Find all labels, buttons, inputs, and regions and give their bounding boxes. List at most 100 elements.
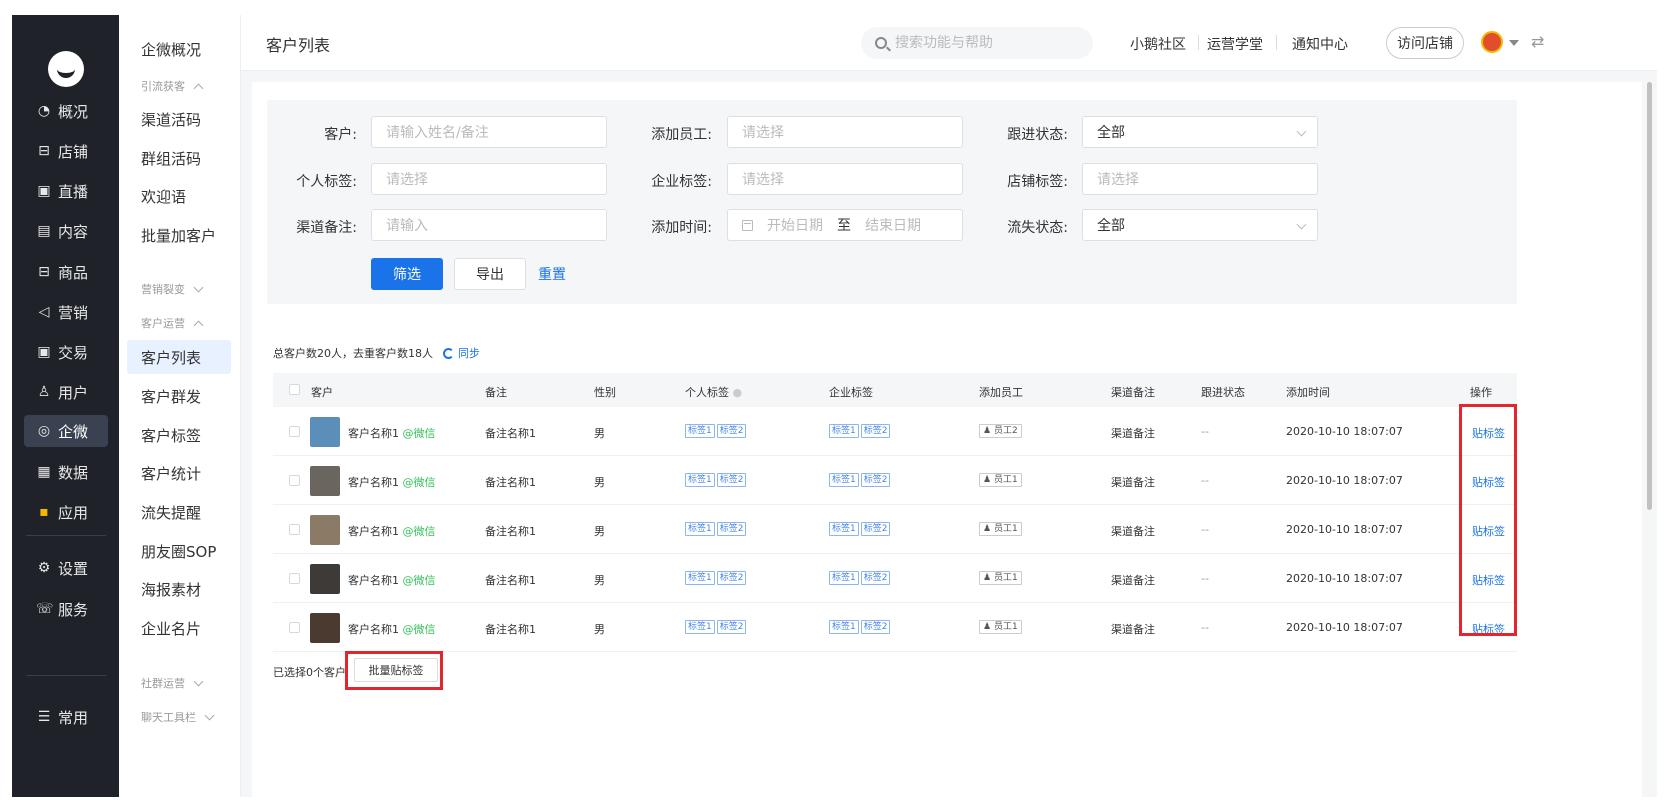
customer-avatar [310,466,340,496]
submenu-item-channel-code[interactable]: 渠道活码 [127,102,231,136]
search-box[interactable] [861,27,1093,59]
row-checkbox[interactable] [289,573,300,584]
submenu-group-customer-ops[interactable]: 客户运营 [141,315,204,331]
submenu-item-moments-sop[interactable]: 朋友圈SOP [127,534,231,568]
staff-cell: ♟ 员工1 [979,570,1022,585]
sync-button[interactable]: 同步 [443,345,480,361]
nav-item-label: 商品 [58,263,89,282]
scrollbar-thumb[interactable] [1647,82,1652,510]
nav-item-megaphone[interactable]: ◁ 营销 [24,296,108,328]
personal-tag-select[interactable]: 请选择 [371,163,607,195]
th-follow: 跟进状态 [1201,386,1245,399]
start-date[interactable]: 开始日期 [767,215,823,235]
customer-name-cell[interactable]: 客户名称1 @微信 [348,621,436,637]
staff-select[interactable]: 请选择 [727,116,963,148]
row-checkbox[interactable] [289,524,300,535]
nav-item-shop[interactable]: ⊟ 店铺 [24,135,108,167]
nav-item-document[interactable]: ▤ 内容 [24,215,108,247]
chevron-down-icon [204,710,215,720]
follow-label: 跟进状态: [1007,127,1068,143]
submenu-item-mass-send[interactable]: 客户群发 [127,379,231,413]
filter-button[interactable]: 筛选 [371,258,443,290]
switch-arrows-icon[interactable]: ⇄ [1531,32,1544,51]
nav-item-data[interactable]: ▦ 数据 [24,456,108,488]
staff-chip: ♟ 员工1 [979,571,1022,585]
tag-chip: 标签2 [860,424,891,438]
wechat-badge: @微信 [402,476,436,489]
customer-name-cell[interactable]: 客户名称1 @微信 [348,425,436,441]
submenu-item-group-code[interactable]: 群组活码 [127,141,231,175]
main-content: 客户: 请输入姓名/备注 添加员工: 请选择 跟进状态: 全部 个人标签: 请选… [252,82,1642,797]
row-checkbox[interactable] [289,622,300,633]
nav-item-user[interactable]: ♙ 用户 [24,376,108,408]
time-cell: 2020-10-10 18:07:07 [1286,474,1403,487]
submenu-group-marketing[interactable]: 营销裂变 [141,281,204,297]
tag-chip: 标签2 [860,473,891,487]
tag-chip: 标签1 [685,620,715,634]
nav-item-wecom[interactable]: ◎ 企微 [24,415,108,447]
submenu-item-customer-stats[interactable]: 客户统计 [127,456,231,490]
submenu-item-customer-tags[interactable]: 客户标签 [127,418,231,452]
submenu-item-batch-add[interactable]: 批量加客户 [127,218,231,252]
submenu-item-customer-list[interactable]: 客户列表 [127,340,231,374]
link-community[interactable]: 小鹅社区 [1130,34,1186,54]
nav-item-trade[interactable]: ▣ 交易 [24,336,108,368]
nav-item-live[interactable]: ▣ 直播 [24,175,108,207]
submenu-group-chat-toolbar[interactable]: 聊天工具栏 [141,709,215,725]
select-all-checkbox[interactable] [289,384,300,395]
wechat-badge: @微信 [402,525,436,538]
caret-down-icon[interactable] [1509,40,1519,46]
export-button[interactable]: 导出 [454,258,526,290]
chevron-up-icon [193,83,204,93]
customer-name-cell[interactable]: 客户名称1 @微信 [348,523,436,539]
nav-item-service[interactable]: ☏ 服务 [24,593,108,625]
visit-store-button[interactable]: 访问店铺 [1386,27,1464,59]
info-icon[interactable]: ● [733,386,743,399]
row-checkbox[interactable] [289,426,300,437]
enterprise-tags-cell: 标签1 标签2 [829,619,892,634]
user-icon: ♙ [37,384,51,400]
user-avatar[interactable] [1481,31,1503,53]
submenu-group-community[interactable]: 社群运营 [141,675,204,691]
customer-avatar [310,564,340,594]
nav-item-label: 用户 [58,383,89,402]
nav-item-apps[interactable]: ▪ 应用 [24,496,108,528]
chevron-down-icon [1296,219,1307,230]
search-input[interactable] [895,35,1075,51]
nav-item-pie-chart[interactable]: ◔ 概况 [24,95,108,127]
gender-cell: 男 [594,525,605,538]
submenu-item-churn-alert[interactable]: 流失提醒 [127,495,231,529]
customer-input[interactable]: 请输入姓名/备注 [371,116,607,148]
table-row: 客户名称1 @微信 备注名称1 男标签1 标签2 标签1 标签2 ♟ 员工1 渠道备注 -- 20… [273,505,1517,554]
lost-status-select[interactable]: 全部 [1082,209,1318,241]
follow-cell: -- [1201,474,1209,487]
store-tag-select[interactable]: 请选择 [1082,163,1318,195]
th-gender: 性别 [594,386,616,399]
follow-status-select[interactable]: 全部 [1082,116,1318,148]
channel-cell: 渠道备注 [1111,476,1155,489]
link-academy[interactable]: 运营学堂 [1207,34,1263,54]
date-range-picker[interactable]: 开始日期 至 结束日期 [727,209,963,241]
link-notifications[interactable]: 通知中心 [1292,34,1348,54]
submenu-item-overview[interactable]: 企微概况 [127,32,231,66]
submenu-item-poster[interactable]: 海报素材 [127,572,231,606]
person-icon: ♟ [983,524,992,534]
customer-name-cell[interactable]: 客户名称1 @微信 [348,474,436,490]
customer-name-cell[interactable]: 客户名称1 @微信 [348,572,436,588]
nav-item-label: 常用 [58,708,89,727]
nav-item-label: 应用 [58,503,89,522]
date-separator: 至 [837,218,851,234]
nav-item-list[interactable]: ☰ 常用 [24,701,108,733]
nav-item-gear[interactable]: ⚙ 设置 [24,552,108,584]
enterprise-tag-select[interactable]: 请选择 [727,163,963,195]
reset-button[interactable]: 重置 [538,264,566,284]
submenu-group-traffic[interactable]: 引流获客 [141,78,204,94]
row-checkbox[interactable] [289,475,300,486]
channel-remark-input[interactable]: 请输入 [371,209,607,241]
submenu-item-business-card[interactable]: 企业名片 [127,611,231,645]
end-date[interactable]: 结束日期 [865,215,921,235]
submenu-item-welcome[interactable]: 欢迎语 [127,179,231,213]
nav-item-goods[interactable]: ⊟ 商品 [24,256,108,288]
app-logo[interactable] [48,51,84,87]
table-row: 客户名称1 @微信 备注名称1 男标签1 标签2 标签1 标签2 ♟ 员工1 渠道备注 -- 20… [273,456,1517,505]
